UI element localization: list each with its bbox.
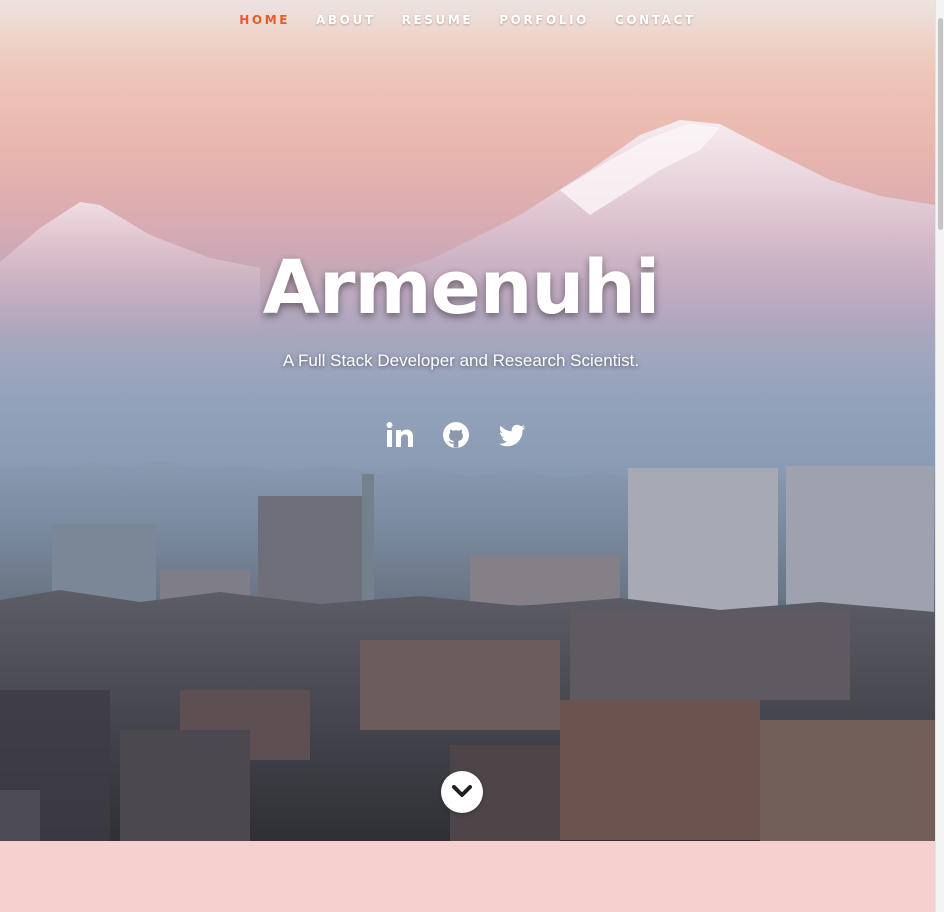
nav-about-link[interactable]: ABOUT (303, 13, 389, 27)
social-links (385, 420, 527, 450)
main-nav: HOME ABOUT RESUME PORFOLIO CONTACT (0, 0, 935, 40)
page-scrollbar[interactable] (935, 0, 944, 912)
linkedin-icon[interactable] (385, 420, 415, 450)
scroll-down-button[interactable] (441, 771, 483, 813)
nav-home-link[interactable]: HOME (226, 13, 303, 27)
nav-resume-link[interactable]: RESUME (389, 13, 487, 27)
hero-title: Armenuhi (262, 245, 660, 331)
hero-section: HOME ABOUT RESUME PORFOLIO CONTACT Armen… (0, 0, 935, 841)
about-section (0, 841, 935, 912)
scrollbar-thumb[interactable] (938, 18, 943, 230)
twitter-icon[interactable] (497, 420, 527, 450)
github-icon[interactable] (441, 420, 471, 450)
nav-portfolio-link[interactable]: PORFOLIO (486, 13, 602, 27)
chevron-down-icon (452, 785, 472, 797)
nav-contact-link[interactable]: CONTACT (602, 13, 709, 27)
hero-subtitle: A Full Stack Developer and Research Scie… (282, 351, 640, 370)
